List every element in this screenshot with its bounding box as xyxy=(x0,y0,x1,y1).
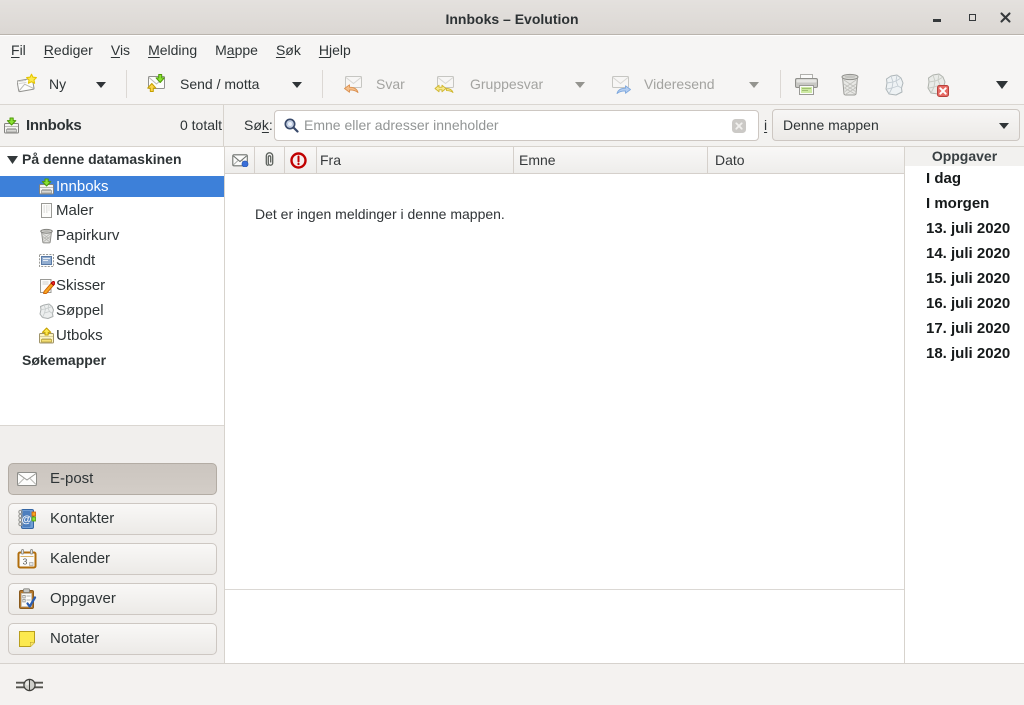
svg-text:@: @ xyxy=(22,515,32,526)
svg-text:3: 3 xyxy=(23,557,28,567)
